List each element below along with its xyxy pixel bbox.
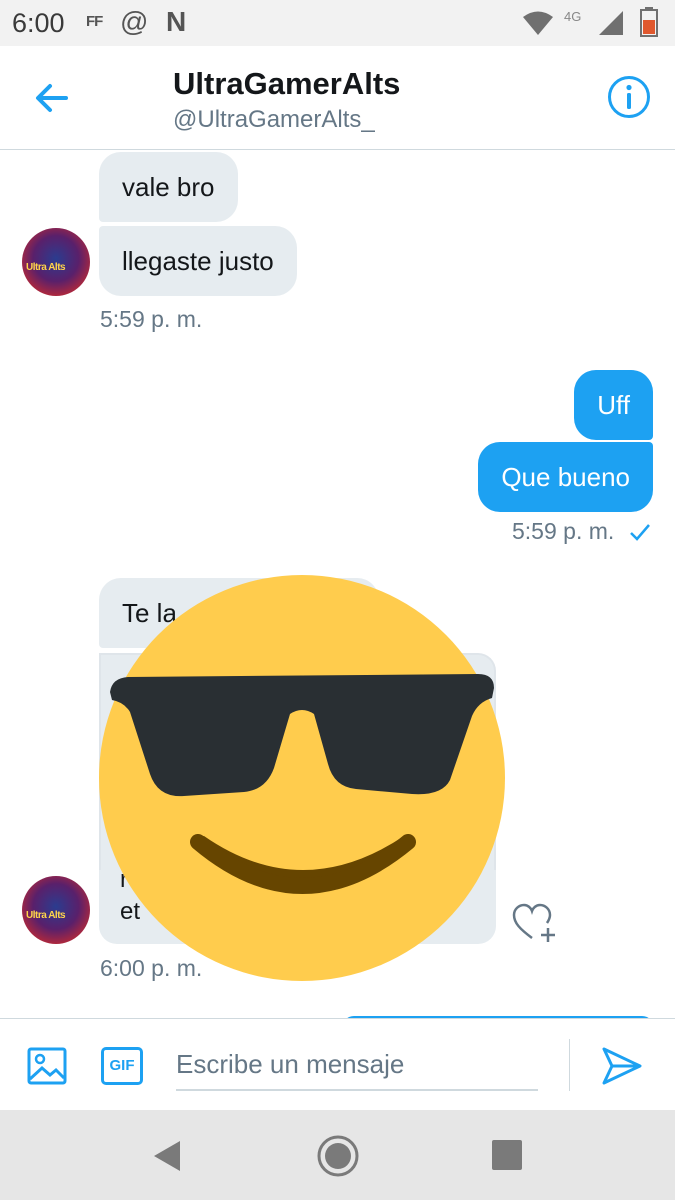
message-timestamp: 5:59 p. m. xyxy=(100,306,203,332)
outgoing-message[interactable]: Uff xyxy=(574,370,653,440)
nav-home-icon[interactable] xyxy=(316,1134,360,1178)
outgoing-message[interactable]: Que bueno xyxy=(478,442,653,512)
back-arrow-icon[interactable] xyxy=(32,78,72,118)
avatar[interactable]: Ultra Alts xyxy=(22,228,90,296)
check-icon xyxy=(630,524,650,541)
signal-icon xyxy=(599,11,623,35)
system-navigation-bar xyxy=(0,1110,675,1200)
status-time: 6:00 xyxy=(12,8,65,38)
image-icon[interactable] xyxy=(27,1047,67,1085)
netflix-icon: N xyxy=(166,6,187,37)
avatar[interactable]: Ultra Alts xyxy=(22,876,90,944)
sunglasses-emoji xyxy=(99,575,505,981)
divider xyxy=(569,1039,570,1091)
heart-plus-icon[interactable] xyxy=(512,902,556,944)
info-icon[interactable] xyxy=(606,74,652,120)
conversation-handle: @UltraGamerAlts_ xyxy=(173,106,375,133)
message-input[interactable] xyxy=(176,1039,538,1091)
gif-button[interactable]: GIF xyxy=(101,1047,143,1085)
nav-back-icon[interactable] xyxy=(152,1140,182,1172)
avatar-logo: Ultra Alts xyxy=(26,262,66,273)
ff-icon: FF xyxy=(86,13,103,30)
message-timestamp: 5:59 p. m. xyxy=(512,518,615,544)
network-type: 4G xyxy=(564,9,582,24)
status-bar: 6:00 FF @ N 4G xyxy=(0,0,675,46)
nav-recents-icon[interactable] xyxy=(492,1140,522,1170)
send-icon[interactable] xyxy=(601,1046,643,1086)
incoming-message[interactable]: vale bro xyxy=(99,152,238,222)
message-composer: GIF xyxy=(0,1018,675,1110)
conversation-header: UltraGamerAlts @UltraGamerAlts_ xyxy=(0,46,675,150)
avatar-logo: Ultra Alts xyxy=(26,910,66,921)
battery-icon xyxy=(640,7,658,37)
wifi-icon xyxy=(523,11,553,35)
conversation-title[interactable]: UltraGamerAlts xyxy=(173,66,400,102)
incoming-message[interactable]: llegaste justo xyxy=(99,226,297,296)
at-icon: @ xyxy=(120,6,149,37)
